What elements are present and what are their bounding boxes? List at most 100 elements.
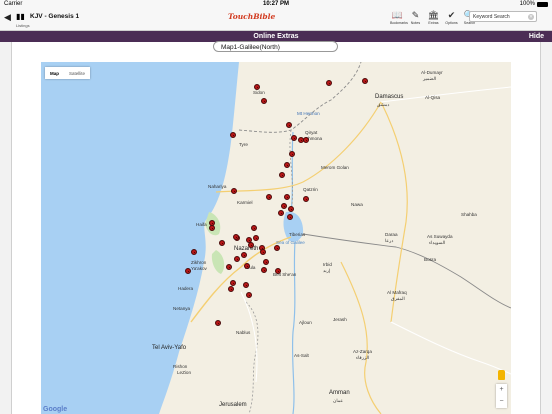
map-city-label: Ya'akov	[191, 266, 207, 271]
zoom-out-button[interactable]: −	[496, 396, 507, 408]
bookmarks-button[interactable]: 📖 Bookmarks	[390, 10, 408, 26]
location-marker-pin[interactable]	[287, 214, 293, 220]
map-city-label: Sea of Galilee	[276, 240, 305, 245]
map-city-label: Amman	[329, 390, 350, 396]
location-marker-pin[interactable]	[209, 225, 215, 231]
map-city-label: Hadera	[178, 286, 194, 291]
options-button[interactable]: ✔ Options	[444, 10, 459, 26]
zoom-in-button[interactable]: +	[496, 384, 507, 396]
location-marker-pin[interactable]	[219, 240, 225, 246]
location-marker-pin[interactable]	[279, 172, 285, 178]
notes-label: Notes	[410, 21, 421, 25]
status-bar: Carrier 10:27 PM 100%	[0, 0, 552, 9]
map-city-label: إربد	[323, 268, 331, 273]
map-city-label: Nazareth	[234, 246, 259, 252]
location-marker-pin[interactable]	[228, 286, 234, 292]
coastal-green-area	[211, 250, 225, 274]
map-view[interactable]: Sidon Damascus دمشق Al-Dumayr الضمير Al-Qisa M…	[41, 62, 511, 414]
location-marker-pin[interactable]	[278, 210, 284, 216]
map-city-label: Mt Hermon	[297, 111, 320, 116]
location-marker-pin[interactable]	[215, 320, 221, 326]
map-selector[interactable]: Map1-Galilee(North)	[213, 41, 338, 52]
location-marker-pin[interactable]	[275, 268, 281, 274]
location-marker-pin[interactable]	[233, 234, 239, 240]
map-city-label: Nahariya	[208, 184, 227, 189]
location-marker-pin[interactable]	[185, 268, 191, 274]
location-marker-pin[interactable]	[286, 122, 292, 128]
location-marker-pin[interactable]	[251, 225, 257, 231]
location-marker-pin[interactable]	[248, 242, 254, 248]
back-icon[interactable]: ◀	[4, 12, 11, 23]
location-marker-pin[interactable]	[244, 263, 250, 269]
location-marker-pin[interactable]	[246, 292, 252, 298]
map-city-label: Jerusalem	[219, 402, 247, 408]
location-marker-pin[interactable]	[303, 196, 309, 202]
location-marker-pin[interactable]	[241, 252, 247, 258]
battery-icon	[537, 1, 548, 7]
map-city-label: Tyre	[239, 142, 248, 147]
minor-road	[390, 321, 511, 375]
listings-label: Listings	[16, 23, 30, 28]
app-logo: TouchBible	[228, 12, 276, 21]
clear-search-icon[interactable]: ✕	[528, 13, 534, 20]
location-marker-pin[interactable]	[191, 249, 197, 255]
map-city-label: عمان	[333, 398, 344, 403]
location-marker-pin[interactable]	[231, 188, 237, 194]
map-city-label: Nablus	[236, 330, 251, 335]
page-title: Online Extras	[253, 32, 299, 40]
keyword-search-input[interactable]: Keyword Search ✕	[469, 11, 537, 22]
location-marker-pin[interactable]	[266, 194, 272, 200]
location-marker-pin[interactable]	[281, 203, 287, 209]
extras-label: Extras	[428, 21, 439, 25]
highway-road	[380, 101, 408, 323]
zoom-control: + −	[496, 384, 507, 408]
location-marker-pin[interactable]	[291, 135, 297, 141]
location-marker-pin[interactable]	[263, 259, 269, 265]
border-line-east	[302, 233, 511, 309]
book-title[interactable]: KJV - Genesis 1	[30, 13, 79, 20]
app-window: Carrier 10:27 PM 100% ◀ ▮▮ KJV - Genesis…	[0, 0, 552, 414]
location-marker-pin[interactable]	[261, 267, 267, 273]
location-marker-pin[interactable]	[261, 98, 267, 104]
location-marker-pin[interactable]	[254, 84, 260, 90]
map-city-label: Nawa	[351, 202, 363, 207]
map-city-label: Al Mafraq	[387, 290, 407, 295]
location-marker-pin[interactable]	[326, 80, 332, 86]
location-marker-pin[interactable]	[362, 78, 368, 84]
map-city-label: Ajloun	[299, 320, 312, 325]
google-attribution: Google	[43, 406, 68, 413]
location-marker-pin[interactable]	[253, 235, 259, 241]
border-line-north	[238, 62, 362, 133]
location-marker-pin[interactable]	[288, 206, 294, 212]
location-marker-pin[interactable]	[226, 264, 232, 270]
map-type-map-button[interactable]: Map	[45, 67, 64, 79]
search-placeholder: Keyword Search	[473, 14, 510, 20]
map-city-label: As Suwayda	[427, 234, 453, 239]
map-city-label: السويداء	[429, 240, 446, 245]
map-city-label: Qatzrin	[303, 187, 318, 192]
location-marker-pin[interactable]	[243, 282, 249, 288]
location-marker-pin[interactable]	[234, 256, 240, 262]
battery-fill	[538, 2, 547, 6]
map-city-label: Merom Golan	[321, 165, 349, 170]
hide-button[interactable]: Hide	[529, 33, 544, 40]
map-city-label: Al-Dumayr	[421, 70, 443, 75]
book-icon[interactable]: ▮▮	[16, 12, 25, 21]
location-marker-pin[interactable]	[284, 194, 290, 200]
options-label: Options	[445, 21, 458, 25]
location-marker-pin[interactable]	[284, 162, 290, 168]
location-marker-pin[interactable]	[289, 151, 295, 157]
map-city-label: الضمير	[423, 76, 437, 81]
location-marker-pin[interactable]	[303, 137, 309, 143]
location-marker-pin[interactable]	[230, 132, 236, 138]
battery-percent: 100%	[519, 1, 535, 7]
notes-button[interactable]: ✎ Notes	[408, 10, 423, 26]
bookmarks-label: Bookmarks	[390, 21, 408, 25]
notes-icon: ✎	[411, 10, 420, 20]
location-marker-pin[interactable]	[274, 245, 280, 251]
location-marker-pin[interactable]	[260, 249, 266, 255]
map-type-satellite-button[interactable]: Satellite	[64, 67, 90, 79]
pegman-icon[interactable]	[498, 370, 505, 380]
clock: 10:27 PM	[262, 1, 289, 7]
extras-button[interactable]: 🏛 Extras	[426, 10, 441, 26]
